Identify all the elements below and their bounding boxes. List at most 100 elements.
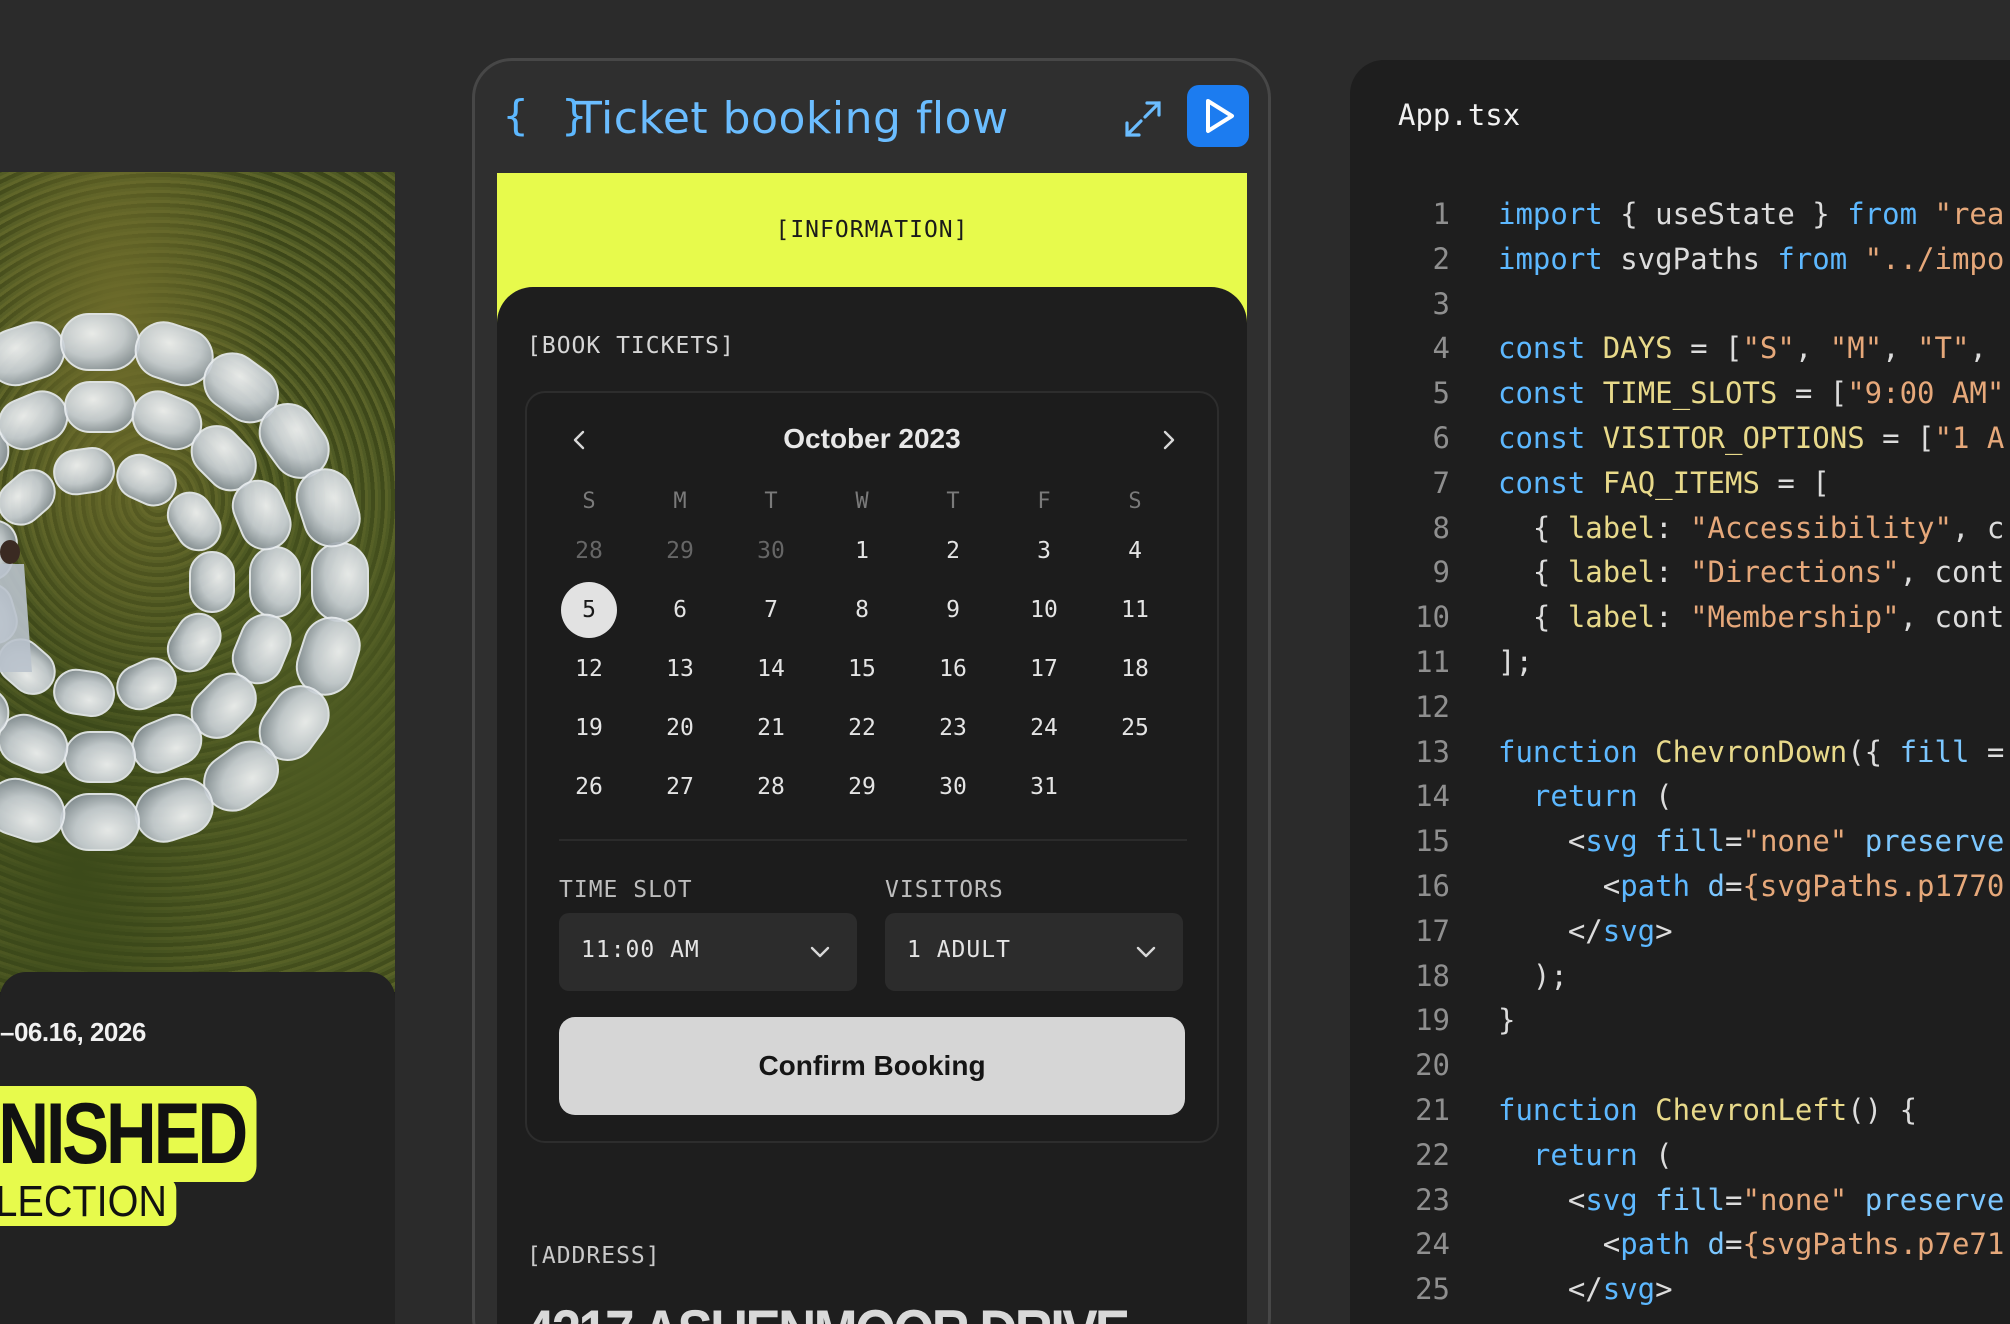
code-line[interactable]: 3 (1350, 282, 2010, 327)
code-text: ); (1498, 954, 1568, 999)
inflatable-segment (249, 546, 301, 618)
calendar-day[interactable]: 16 (923, 641, 983, 697)
code-line[interactable]: 8 { label: "Accessibility", c (1350, 506, 2010, 551)
calendar-day[interactable]: 20 (650, 700, 710, 756)
code-text: <svg fill="none" preserve (1498, 819, 2005, 864)
calendar-day[interactable]: 28 (741, 759, 801, 815)
code-line[interactable]: 24 <path d={svgPaths.p7e71 (1350, 1222, 2010, 1267)
calendar-day[interactable]: 18 (1105, 641, 1165, 697)
code-line[interactable]: 6 const VISITOR_OPTIONS = ["1 A (1350, 416, 2010, 461)
code-line[interactable]: 15 <svg fill="none" preserve (1350, 819, 2010, 864)
code-editor: App.tsx 1 import { useState } from "rea 2 i… (1350, 60, 2010, 1324)
calendar-day[interactable]: 7 (741, 582, 801, 638)
confirm-booking-button[interactable]: Confirm Booking (559, 1017, 1185, 1115)
code-line[interactable]: 23 <svg fill="none" preserve (1350, 1178, 2010, 1223)
code-line[interactable]: 7 const FAQ_ITEMS = [ (1350, 461, 2010, 506)
inflatable-segment (0, 390, 69, 451)
code-token: "none" (1742, 824, 1848, 859)
code-line[interactable]: 9 { label: "Directions", cont (1350, 550, 2010, 595)
calendar-day[interactable]: 15 (832, 641, 892, 697)
line-number: 12 (1415, 689, 1450, 724)
code-text: </svg> (1498, 1267, 1673, 1312)
expand-icon[interactable] (1121, 97, 1165, 141)
code-token: , (1794, 331, 1830, 366)
code-line[interactable]: 10 { label: "Membership", cont (1350, 595, 2010, 640)
calendar-day[interactable]: 4 (1105, 523, 1165, 579)
calendar-day[interactable]: 31 (1014, 759, 1074, 815)
code-token: svg (1585, 824, 1638, 859)
calendar-day[interactable]: 29 (832, 759, 892, 815)
code-token: ({ (1847, 734, 1900, 769)
code-token: svgPaths (1602, 241, 1778, 276)
address-label: [ADDRESS] (527, 1243, 661, 1269)
calendar-day[interactable]: 17 (1014, 641, 1074, 697)
code-line[interactable]: 19} (1350, 998, 2010, 1043)
code-line[interactable]: 12 (1350, 685, 2010, 730)
calendar-day[interactable]: 10 (1014, 582, 1074, 638)
code-token: fill (1637, 1182, 1726, 1217)
chevron-down-icon (1136, 946, 1156, 958)
calendar-day[interactable]: 30 (923, 759, 983, 815)
calendar-day[interactable]: 8 (832, 582, 892, 638)
calendar-day[interactable]: 24 (1014, 700, 1074, 756)
visitors-select[interactable]: 1 ADULT (885, 913, 1183, 991)
calendar-day[interactable]: 12 (559, 641, 619, 697)
code-line[interactable]: 17 </svg> (1350, 909, 2010, 954)
code-line[interactable]: 1 import { useState } from "rea (1350, 192, 2010, 237)
code-token: "Accessibility" (1690, 510, 1952, 545)
code-token: > (1655, 1272, 1673, 1307)
code-line[interactable]: 5 const TIME_SLOTS = ["9:00 AM" (1350, 371, 2010, 416)
calendar-day[interactable]: 5 (559, 582, 619, 638)
calendar-day[interactable]: 26 (559, 759, 619, 815)
code-text: ]; (1498, 640, 1533, 685)
calendar-day[interactable]: 19 (559, 700, 619, 756)
calendar-day[interactable]: 25 (1105, 700, 1165, 756)
calendar-day[interactable]: 28 (559, 523, 619, 579)
calendar-day[interactable]: 23 (923, 700, 983, 756)
code-token: function (1498, 1092, 1638, 1127)
time-slot-select[interactable]: 11:00 AM (559, 913, 857, 991)
code-line[interactable]: 4 const DAYS = ["S", "M", "T", (1350, 326, 2010, 371)
calendar-day[interactable]: 1 (832, 523, 892, 579)
chevron-down-icon (810, 946, 830, 958)
code-line[interactable]: 20 (1350, 1043, 2010, 1088)
calendar-day[interactable]: 9 (923, 582, 983, 638)
calendar-day[interactable]: 29 (650, 523, 710, 579)
calendar-day[interactable]: 2 (923, 523, 983, 579)
calendar-day[interactable]: 11 (1105, 582, 1165, 638)
code-line[interactable]: 14 return ( (1350, 774, 2010, 819)
code-token: = [ (1672, 331, 1743, 366)
code-token: fill (1637, 824, 1726, 859)
code-line[interactable]: 22 return ( (1350, 1133, 2010, 1178)
calendar-day[interactable]: 22 (832, 700, 892, 756)
calendar-day[interactable]: 30 (741, 523, 801, 579)
code-line[interactable]: 2 import svgPaths from "../impo (1350, 237, 2010, 282)
code-token: ( (1637, 1137, 1673, 1172)
code-text: function ChevronLeft() { (1498, 1088, 1917, 1133)
code-line[interactable]: 11]; (1350, 640, 2010, 685)
standing-figure (0, 540, 32, 672)
play-button[interactable] (1187, 85, 1249, 147)
code-token: svg (1602, 1272, 1656, 1307)
code-token: ]; (1498, 644, 1533, 679)
calendar-day[interactable]: 6 (650, 582, 710, 638)
calendar-day[interactable]: 14 (741, 641, 801, 697)
code-line[interactable]: 21 function ChevronLeft() { (1350, 1088, 2010, 1133)
line-number: 2 (1432, 241, 1450, 276)
calendar-day[interactable]: 3 (1014, 523, 1074, 579)
code-text: return ( (1498, 1133, 1673, 1178)
calendar-day[interactable]: 27 (650, 759, 710, 815)
code-line[interactable]: 18 ); (1350, 954, 2010, 999)
code-token: "1 A (1934, 420, 2005, 455)
calendar-day[interactable]: 13 (650, 641, 710, 697)
calendar-day[interactable]: 21 (741, 700, 801, 756)
line-number: 20 (1415, 1048, 1450, 1083)
code-line[interactable]: 25 </svg> (1350, 1267, 2010, 1312)
code-text: function ChevronDown({ fill = (1498, 730, 2004, 775)
code-token: svg (1602, 913, 1656, 948)
editor-filename-tab[interactable]: App.tsx (1398, 98, 1520, 132)
code-token: "Membership" (1690, 600, 1900, 635)
code-token: DAYS (1585, 331, 1673, 366)
code-line[interactable]: 16 <path d={svgPaths.p1770 (1350, 864, 2010, 909)
code-line[interactable]: 13 function ChevronDown({ fill = (1350, 730, 2010, 775)
